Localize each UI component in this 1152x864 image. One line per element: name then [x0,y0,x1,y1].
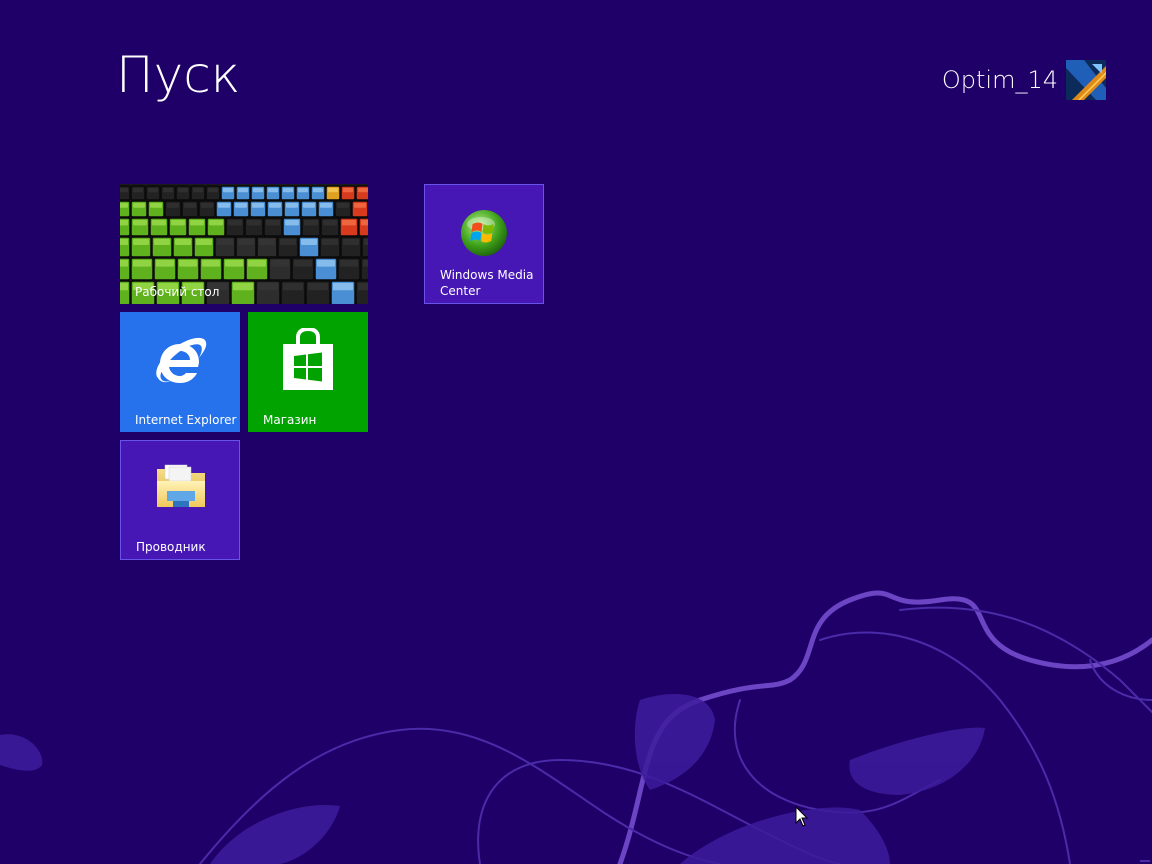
internet-explorer-icon [156,337,207,383]
tile-store[interactable]: Магазин [248,312,368,432]
user-avatar-icon [1066,60,1106,100]
store-bag-icon [283,328,333,390]
user-name: Optim_14 [941,66,1058,94]
tile-file-explorer[interactable]: Проводник [120,440,240,560]
mouse-cursor-icon [795,806,809,827]
tile-windows-media-center[interactable]: Windows Media Center [424,184,544,304]
tile-label: Проводник [136,540,206,554]
tile-internet-explorer[interactable]: Internet Explorer [120,312,240,432]
tile-label: Internet Explorer [135,413,237,427]
background-swirl-art [0,590,1152,864]
folder-icon [157,464,205,507]
page-title: Пуск [116,46,241,104]
windows-media-center-icon [461,210,507,256]
tile-label: Windows Media Center [440,268,534,298]
tile-label: Магазин [263,413,317,427]
tile-label: Рабочий стол [135,285,220,299]
user-account-button[interactable]: Optim_14 [942,60,1106,100]
corner-hotspot[interactable] [1136,858,1152,864]
tile-desktop[interactable]: Рабочий стол [120,184,368,304]
